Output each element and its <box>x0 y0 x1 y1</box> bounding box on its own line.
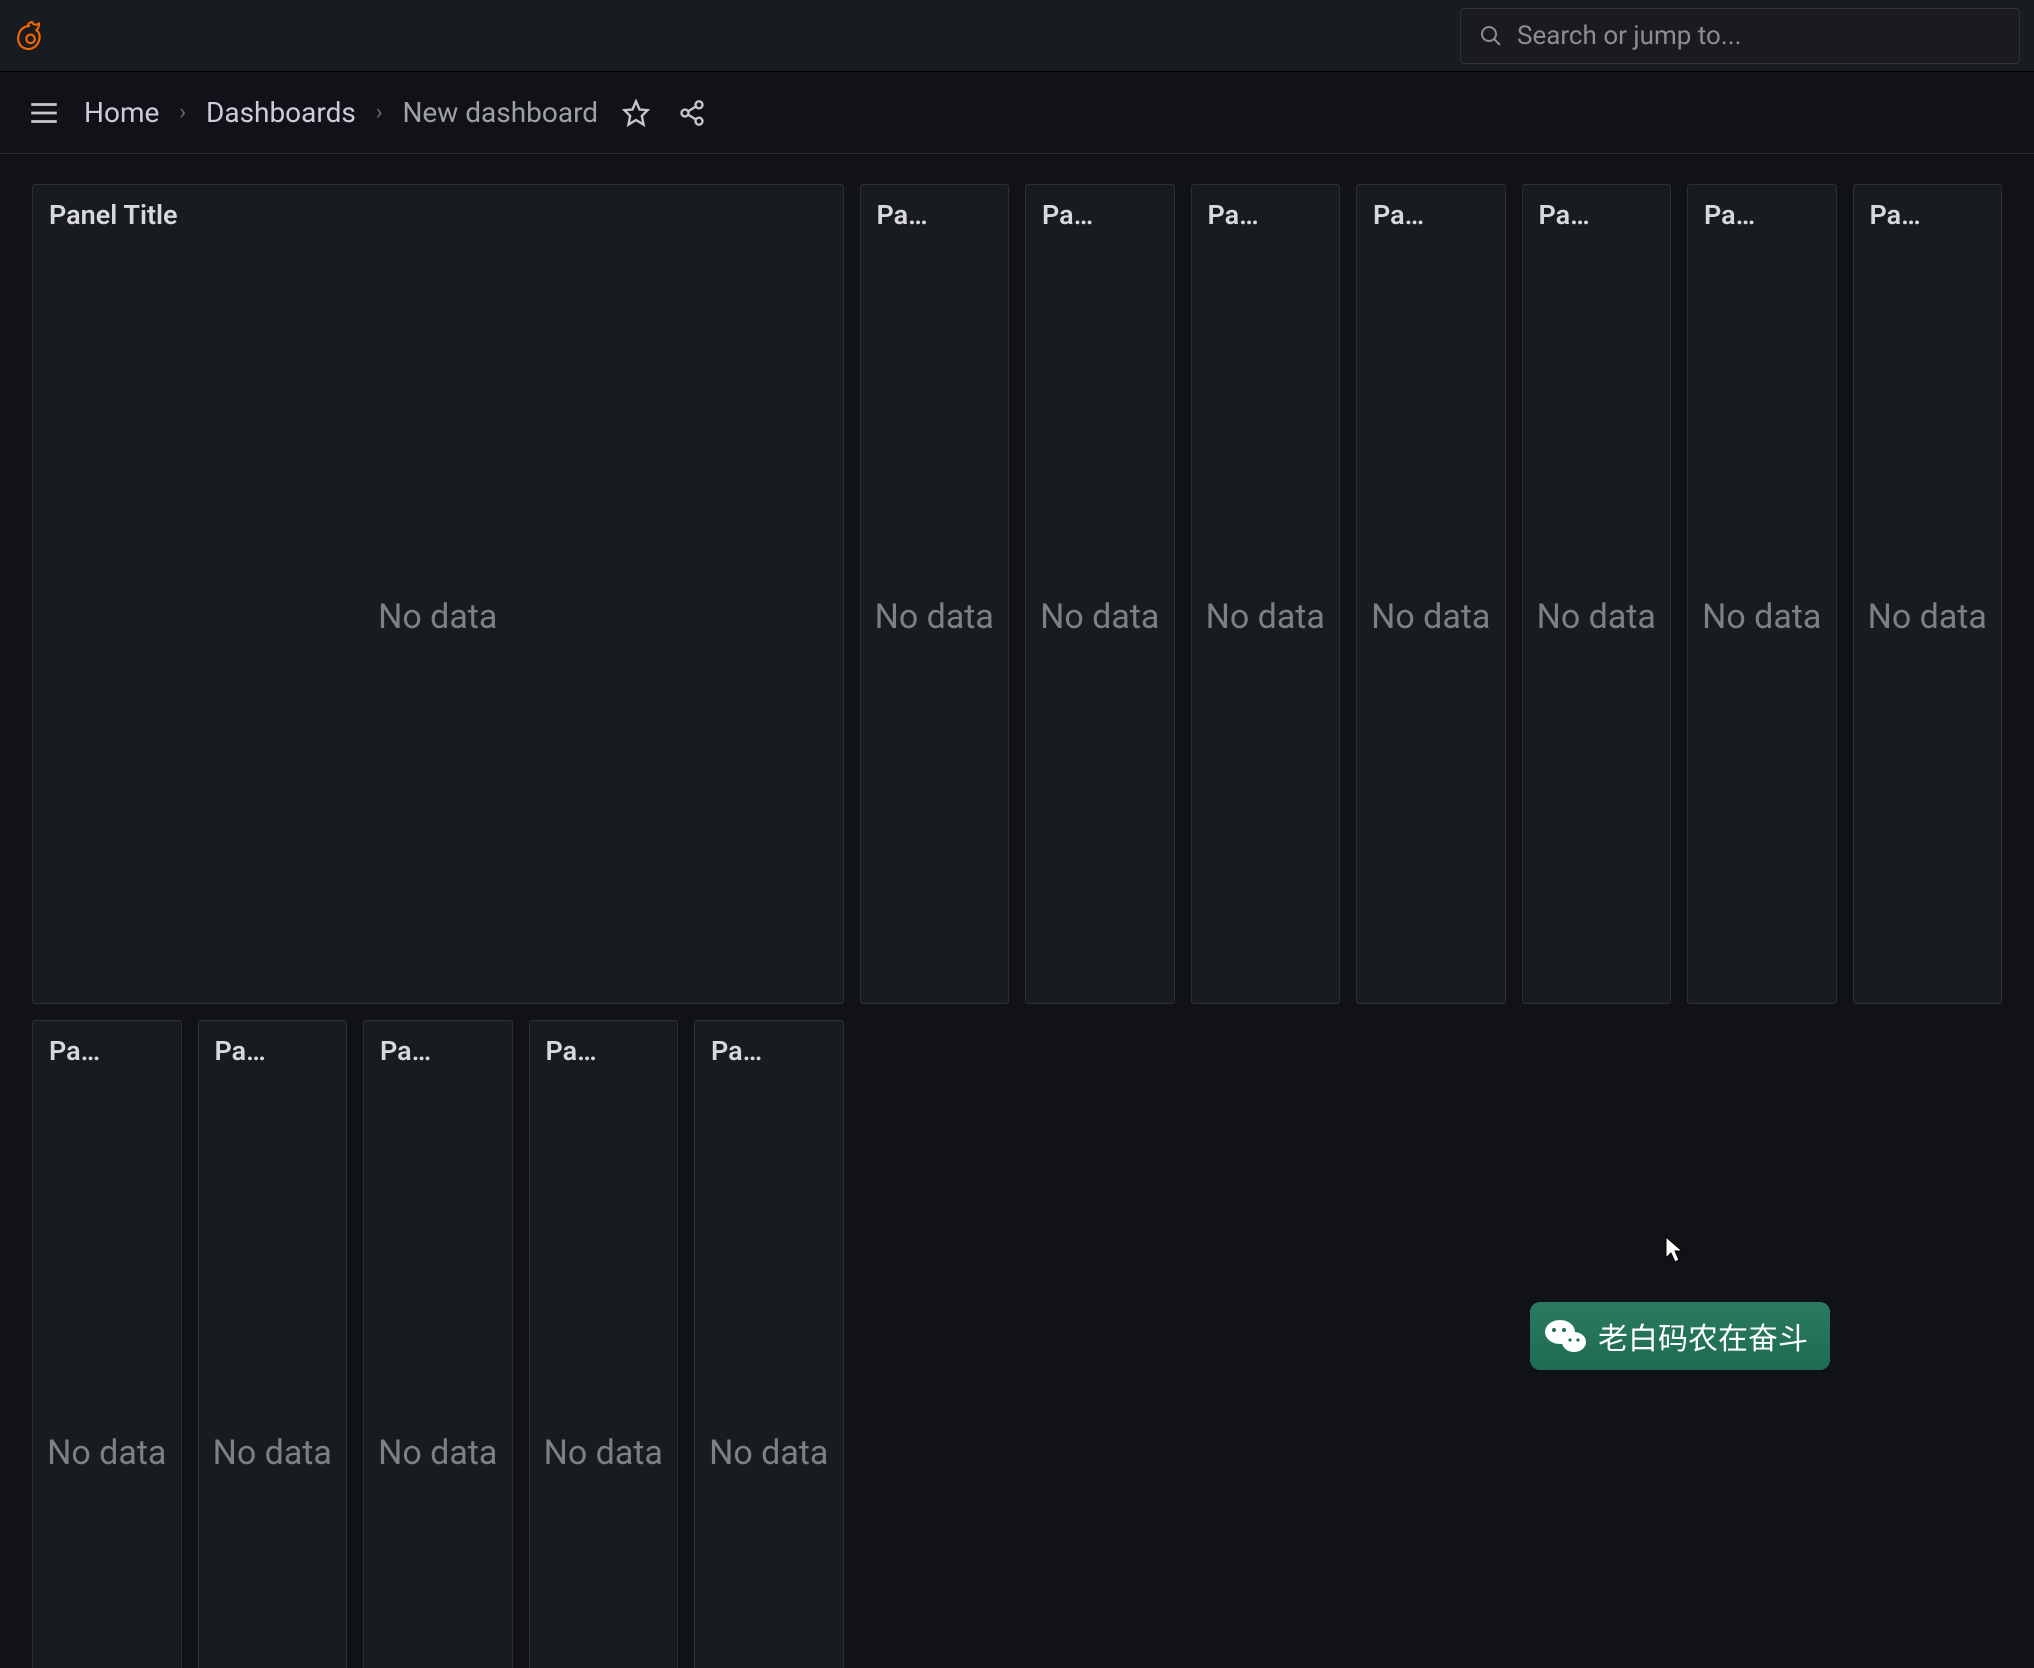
panel-title: Pa… <box>1688 185 1836 231</box>
panel-nodata: No data <box>33 1067 181 1668</box>
search-icon <box>1479 24 1503 48</box>
panel-small[interactable]: Pa… No data <box>1853 184 2003 1004</box>
panel-title: Pa… <box>1192 185 1340 231</box>
panel-title: Pa… <box>530 1021 678 1067</box>
panel-small[interactable]: Pa… No data <box>198 1020 348 1668</box>
chevron-right-icon: › <box>376 100 383 125</box>
search-input[interactable]: Search or jump to... <box>1460 8 2020 64</box>
panel-title: Pa… <box>861 185 1009 231</box>
panel-title: Pa… <box>1357 185 1505 231</box>
grafana-logo[interactable] <box>14 18 50 54</box>
breadcrumb: Home › Dashboards › New dashboard <box>84 96 598 129</box>
panel-title: Pa… <box>1026 185 1174 231</box>
panel-title: Pa… <box>1523 185 1671 231</box>
panel-nodata: No data <box>861 231 1009 1003</box>
panel-nodata: No data <box>33 231 843 1003</box>
hamburger-icon <box>27 96 61 130</box>
panel-small[interactable]: Pa… No data <box>363 1020 513 1668</box>
panel-small[interactable]: Pa… No data <box>1356 184 1506 1004</box>
panel-nodata: No data <box>1192 231 1340 1003</box>
panel-small[interactable]: Pa… No data <box>1025 184 1175 1004</box>
panel-title: Pa… <box>364 1021 512 1067</box>
chevron-right-icon: › <box>179 100 186 125</box>
search-placeholder: Search or jump to... <box>1517 21 1741 51</box>
panel-small[interactable]: Pa… No data <box>1687 184 1837 1004</box>
breadcrumb-dashboards[interactable]: Dashboards <box>206 96 356 129</box>
share-icon <box>678 99 706 127</box>
watermark-text: 老白码农在奋斗 <box>1598 1314 1808 1358</box>
panel-nodata: No data <box>1357 231 1505 1003</box>
dashboard-grid: Panel Title No data Pa… No data Pa… No d… <box>0 154 2034 1668</box>
star-icon <box>622 99 650 127</box>
panel-title: Pa… <box>33 1021 181 1067</box>
panel-small[interactable]: Pa… No data <box>694 1020 844 1668</box>
top-bar: Search or jump to... <box>0 0 2034 72</box>
breadcrumb-home[interactable]: Home <box>84 96 159 129</box>
panel-title: Pa… <box>1854 185 2002 231</box>
breadcrumb-current: New dashboard <box>402 96 598 129</box>
menu-toggle[interactable] <box>24 93 64 133</box>
panel-nodata: No data <box>1854 231 2002 1003</box>
panel-small[interactable]: Pa… No data <box>1522 184 1672 1004</box>
share-button[interactable] <box>674 95 710 131</box>
panel-nodata: No data <box>199 1067 347 1668</box>
wechat-watermark: 老白码农在奋斗 <box>1530 1302 1830 1370</box>
panel-nodata: No data <box>364 1067 512 1668</box>
wechat-icon <box>1542 1312 1590 1360</box>
panel-title: Pa… <box>199 1021 347 1067</box>
panel-small[interactable]: Pa… No data <box>860 184 1010 1004</box>
breadcrumb-bar: Home › Dashboards › New dashboard <box>0 72 2034 154</box>
panel-small[interactable]: Pa… No data <box>32 1020 182 1668</box>
panel-nodata: No data <box>1523 231 1671 1003</box>
panel-title: Panel Title <box>33 185 843 231</box>
panel-title: Pa… <box>695 1021 843 1067</box>
favorite-button[interactable] <box>618 95 654 131</box>
panel-small[interactable]: Pa… No data <box>1191 184 1341 1004</box>
panel-nodata: No data <box>530 1067 678 1668</box>
grafana-logo-icon <box>15 19 49 53</box>
panel-nodata: No data <box>695 1067 843 1668</box>
panel-big[interactable]: Panel Title No data <box>32 184 844 1004</box>
panel-small[interactable]: Pa… No data <box>529 1020 679 1668</box>
panel-nodata: No data <box>1026 231 1174 1003</box>
panel-nodata: No data <box>1688 231 1836 1003</box>
